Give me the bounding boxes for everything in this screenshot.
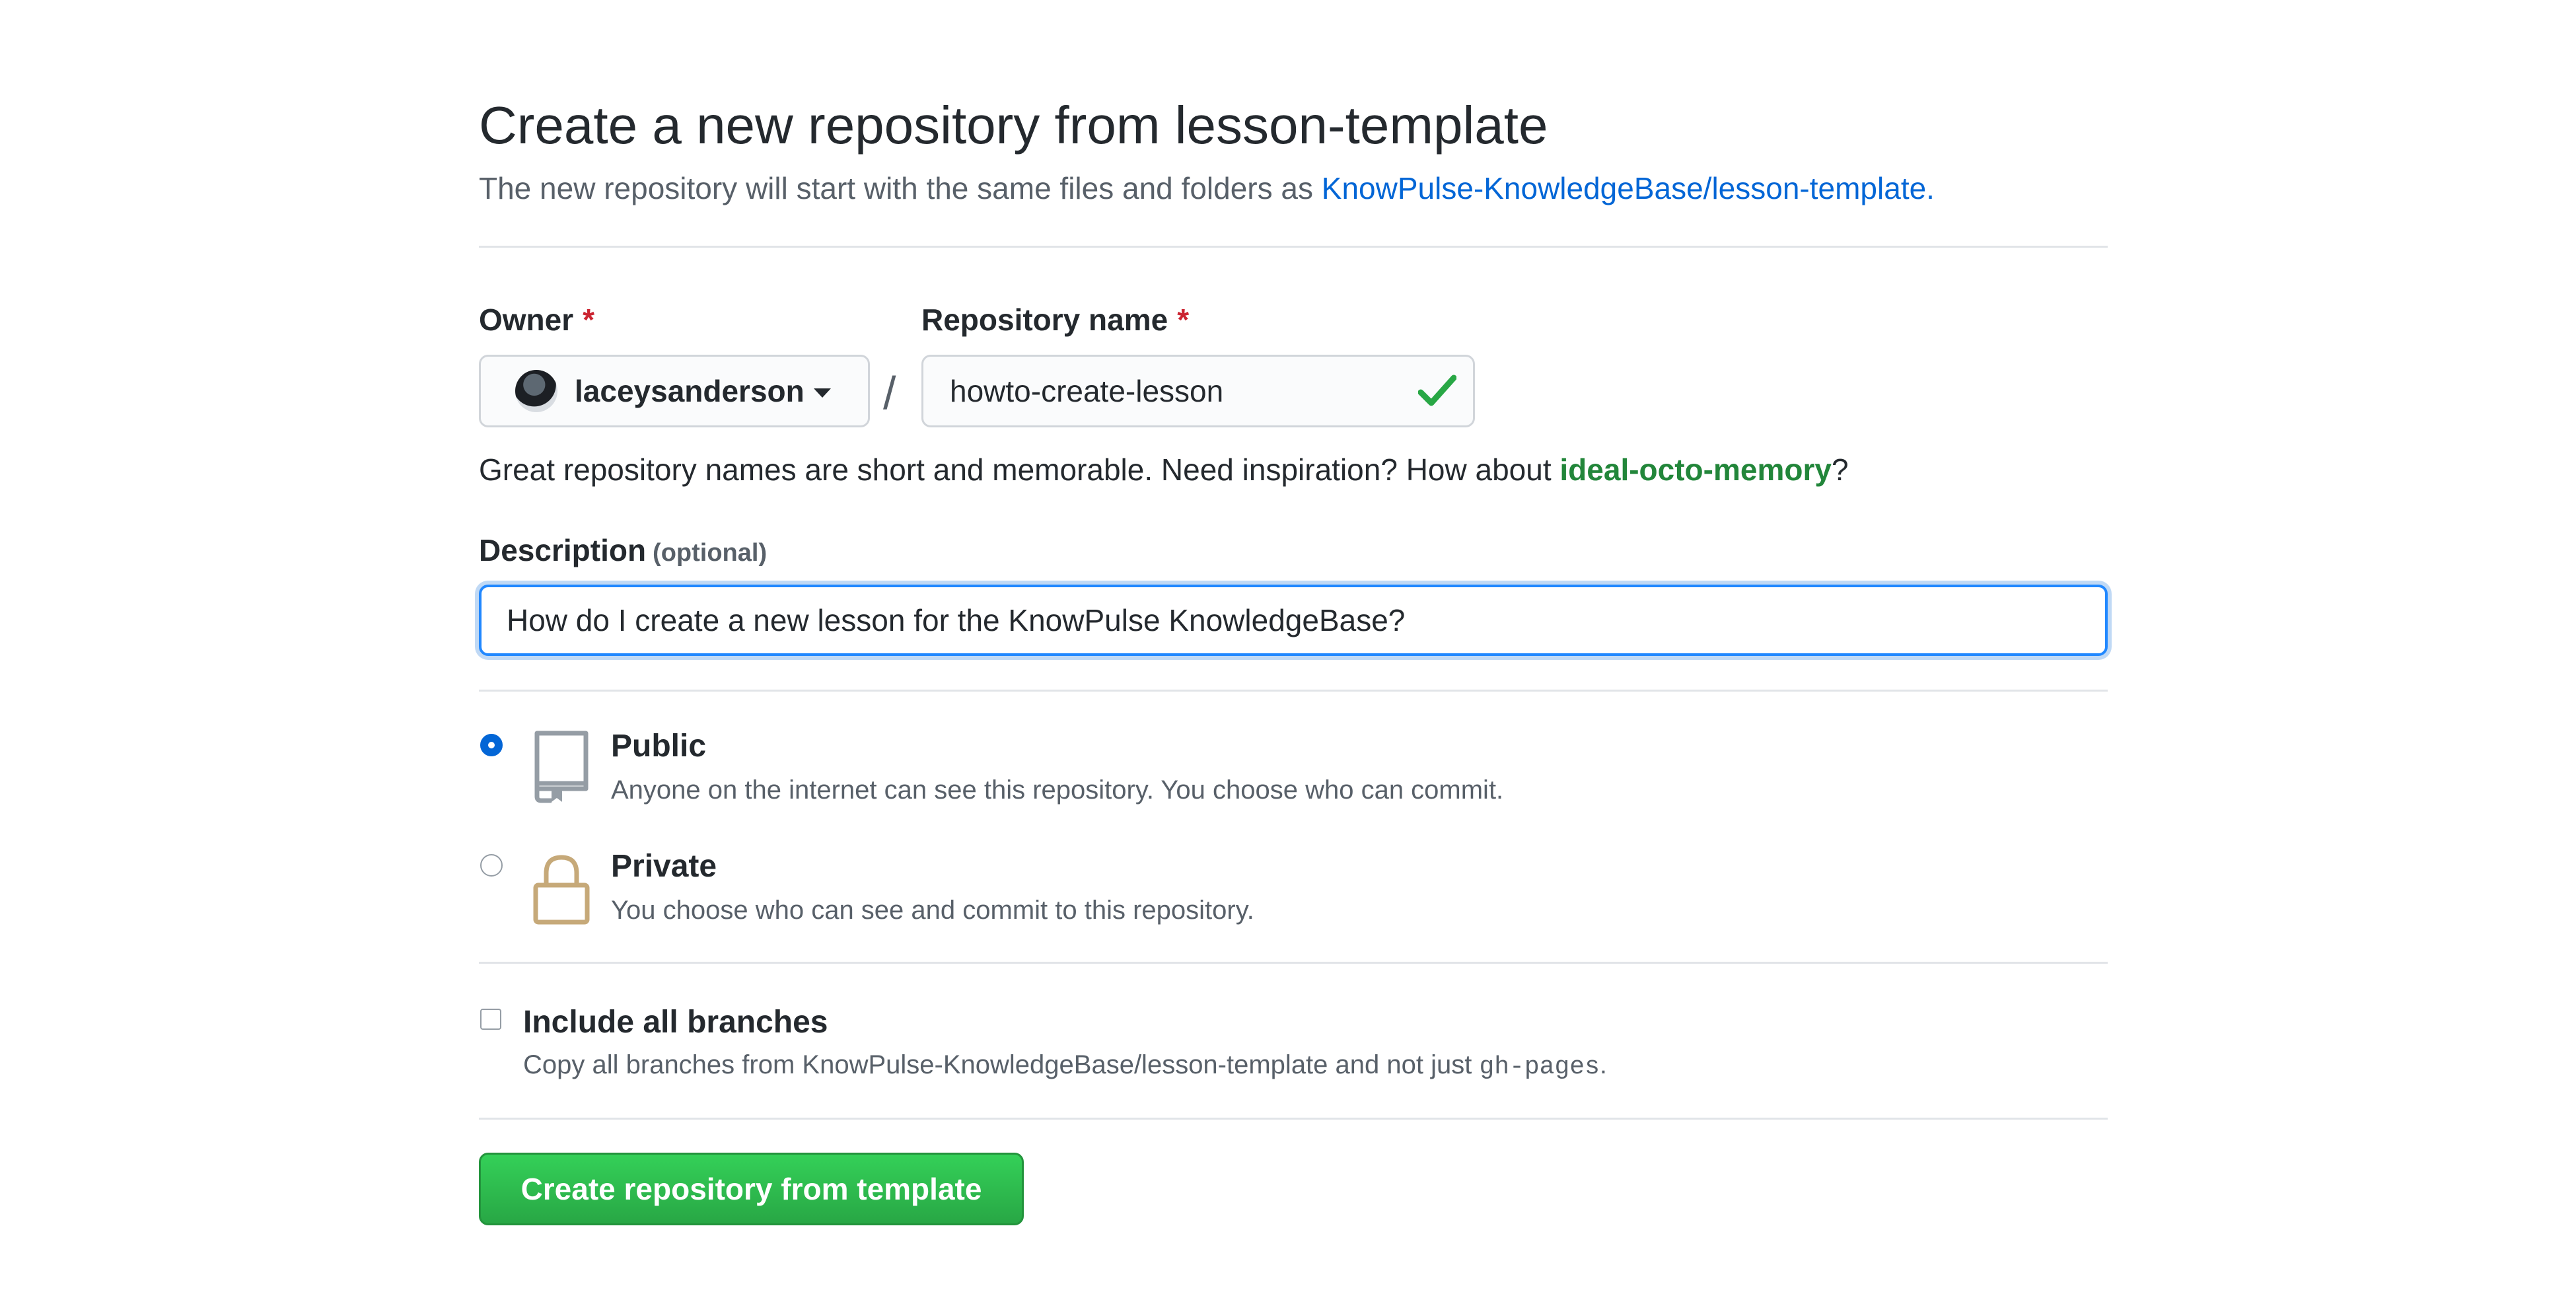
subtitle-text: The new repository will start with the s…	[479, 171, 1322, 205]
hint-text: Great repository names are short and mem…	[479, 452, 1560, 487]
owner-avatar	[515, 370, 557, 412]
repo-name-hint: Great repository names are short and mem…	[479, 449, 1849, 490]
description-label: Description (optional)	[479, 530, 767, 573]
include-branches-description: Copy all branches from KnowPulse-Knowled…	[523, 1046, 1607, 1086]
name-suggestion[interactable]: ideal-octo-memory	[1559, 452, 1832, 487]
caret-down-icon	[813, 388, 831, 398]
private-description: You choose who can see and commit to thi…	[611, 896, 1254, 925]
create-repo-page: Create a new repository from lesson-temp…	[479, 0, 2108, 1296]
private-title: Private	[611, 849, 717, 884]
description-optional-tag: (optional)	[653, 539, 768, 567]
owner-select-button[interactable]: laceysanderson	[479, 355, 870, 427]
repo-name-input[interactable]	[921, 355, 1475, 427]
owner-required-mark: *	[583, 303, 595, 337]
divider	[479, 246, 2108, 248]
owner-name: laceysanderson	[575, 374, 805, 408]
repo-name-required-mark: *	[1177, 303, 1190, 337]
divider	[479, 962, 2108, 964]
create-repository-button[interactable]: Create repository from template	[479, 1153, 1024, 1225]
description-input[interactable]	[479, 585, 2108, 656]
branches-desc-text: Copy all branches from KnowPulse-Knowled…	[523, 1050, 1480, 1079]
divider	[479, 1118, 2108, 1120]
owner-repo-separator: /	[883, 367, 896, 419]
repo-book-icon	[534, 731, 589, 803]
template-link[interactable]: KnowPulse-KnowledgeBase/lesson-template.	[1322, 171, 1935, 205]
owner-label: Owner *	[479, 300, 594, 340]
owner-label-text: Owner	[479, 303, 574, 337]
public-radio[interactable]	[480, 734, 503, 756]
public-title: Public	[611, 729, 707, 764]
hint-suffix: ?	[1831, 452, 1849, 487]
description-label-text: Description	[479, 533, 647, 567]
private-radio[interactable]	[480, 854, 503, 877]
check-icon	[1418, 375, 1456, 406]
lock-icon	[533, 855, 590, 925]
repo-name-label-text: Repository name	[921, 303, 1168, 337]
page-title: Create a new repository from lesson-temp…	[479, 96, 1548, 155]
branch-name: gh-pages	[1479, 1053, 1600, 1081]
divider	[479, 690, 2108, 692]
public-description: Anyone on the internet can see this repo…	[611, 775, 1504, 805]
repo-name-label: Repository name *	[921, 300, 1189, 340]
branches-desc-suffix: .	[1599, 1050, 1608, 1079]
include-branches-title: Include all branches	[523, 1005, 828, 1040]
include-branches-checkbox[interactable]	[480, 1009, 501, 1030]
page-subtitle: The new repository will start with the s…	[479, 165, 1935, 211]
